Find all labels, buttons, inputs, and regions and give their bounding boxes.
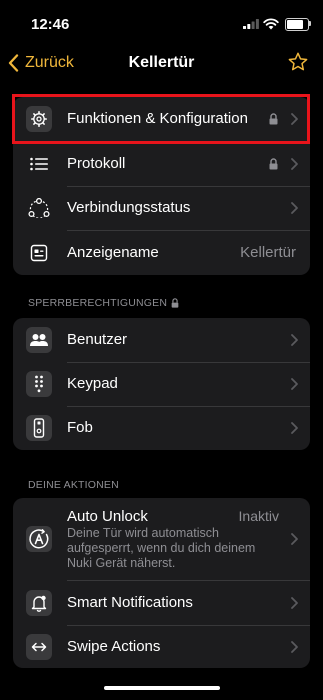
wifi-icon [263,18,279,30]
battery-icon [285,18,309,31]
auto-unlock-description: Deine Tür wird automatisch aufgesperrt, … [67,526,256,570]
row-label: Verbindungsstatus [67,199,191,216]
row-protokoll[interactable]: Protokoll [13,142,310,186]
auto-unlock-status: Inaktiv [238,508,279,524]
row-label: Benutzer [67,331,128,348]
row-benutzer[interactable]: Benutzer [13,318,310,362]
chevron-right-icon [291,641,298,653]
users-icon [26,327,52,353]
row-anzeigename[interactable]: Anzeigename Kellertür [13,231,310,275]
chevron-right-icon [291,378,298,390]
section-header-deine-aktionen: DEINE AKTIONEN [28,479,119,491]
cellular-signal-icon [243,19,259,29]
section-header-sperrberechtigungen: SPERRBERECHTIGUNGEN [28,297,179,309]
lock-icon [269,158,278,170]
highlight-frame [12,94,310,144]
bell-icon [26,590,52,616]
list-icon [26,151,52,177]
row-fob[interactable]: Fob [13,406,310,450]
page-title: Kellertür [128,54,195,71]
row-verbindungsstatus[interactable]: Verbindungsstatus [13,186,310,230]
row-label: Auto Unlock [67,508,148,525]
id-card-icon [26,240,52,266]
permissions-card: Benutzer Keypad Fob [13,318,310,450]
row-keypad[interactable]: Keypad [13,362,310,406]
status-time: 12:46 [31,16,70,33]
lock-icon [171,298,179,308]
row-smart-notifications[interactable]: Smart Notifications [13,581,310,625]
auto-unlock-icon [26,526,52,552]
fob-icon [26,415,52,441]
chevron-right-icon [291,202,298,214]
network-icon [26,195,52,221]
chevron-right-icon [291,533,298,545]
row-label: Smart Notifications [67,594,193,611]
keypad-icon [26,371,52,397]
row-auto-unlock[interactable]: Auto Unlock Inaktiv Deine Tür wird autom… [13,498,310,580]
row-label: Protokoll [67,155,126,172]
swipe-icon [26,634,52,660]
chevron-right-icon [291,422,298,434]
row-label: Keypad [67,375,118,392]
chevron-right-icon [291,597,298,609]
row-label: Swipe Actions [67,638,161,655]
chevron-right-icon [291,334,298,346]
actions-card: Auto Unlock Inaktiv Deine Tür wird autom… [13,498,310,668]
home-indicator[interactable] [104,686,220,690]
chevron-right-icon [291,158,298,170]
navigation-bar: Zurück Kellertür [0,44,323,84]
row-label: Anzeigename [67,244,159,261]
status-bar: 12:46 [0,0,323,44]
row-swipe-actions[interactable]: Swipe Actions [13,625,310,669]
star-icon[interactable] [287,51,309,73]
display-name-value: Kellertür [240,244,296,261]
row-label: Fob [67,419,93,436]
